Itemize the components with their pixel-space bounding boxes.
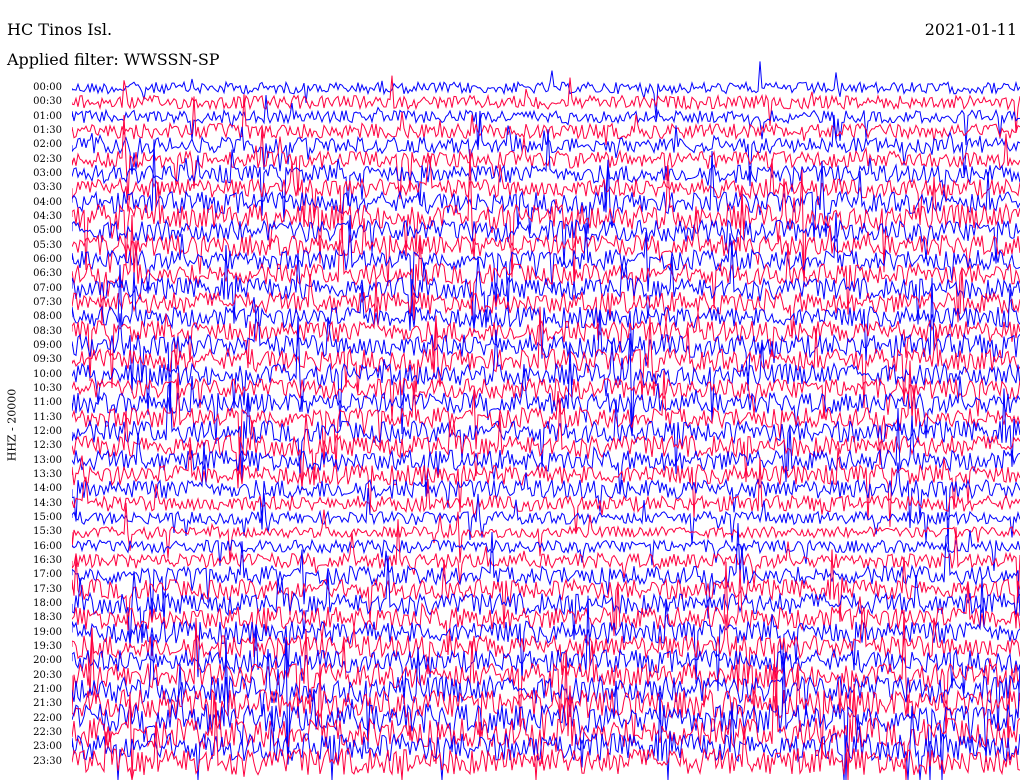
time-label: 04:30 <box>33 210 62 222</box>
time-label: 23:00 <box>33 741 62 753</box>
time-label: 01:00 <box>33 110 62 122</box>
time-label: 02:30 <box>33 153 62 165</box>
time-label: 17:00 <box>33 569 62 581</box>
time-label: 00:30 <box>33 96 62 108</box>
time-label: 22:00 <box>33 712 62 724</box>
time-label: 15:00 <box>33 511 62 523</box>
time-label: 19:00 <box>33 626 62 638</box>
trace-line <box>72 110 1020 187</box>
time-label: 11:00 <box>33 397 62 409</box>
time-label: 04:00 <box>33 196 62 208</box>
time-label: 08:00 <box>33 311 62 323</box>
time-label: 23:30 <box>33 755 62 767</box>
time-label: 05:30 <box>33 239 62 251</box>
time-label: 15:30 <box>33 526 62 538</box>
helicorder-plot <box>72 61 1020 780</box>
time-label: 14:30 <box>33 497 62 509</box>
time-label: 21:30 <box>33 698 62 710</box>
time-label: 18:30 <box>33 612 62 624</box>
time-label: 06:30 <box>33 268 62 280</box>
trace-line <box>72 595 1020 705</box>
time-label: 00:00 <box>33 82 62 93</box>
time-label: 13:30 <box>33 468 62 480</box>
time-label: 19:30 <box>33 640 62 652</box>
time-label: 05:00 <box>33 225 62 237</box>
time-label: 09:00 <box>33 339 62 351</box>
time-label: 06:00 <box>33 253 62 265</box>
time-label: 18:00 <box>33 597 62 609</box>
time-label: 21:00 <box>33 683 62 695</box>
time-label: 08:30 <box>33 325 62 337</box>
time-label: 03:30 <box>33 182 62 194</box>
time-label: 12:30 <box>33 440 62 452</box>
time-label: 11:30 <box>33 411 62 423</box>
time-label: 02:00 <box>33 139 62 151</box>
time-label: 14:00 <box>33 483 62 495</box>
time-label: 07:30 <box>33 296 62 308</box>
time-label: 13:00 <box>33 454 62 466</box>
time-label: 09:30 <box>33 354 62 366</box>
time-label: 12:00 <box>33 425 62 437</box>
trace-line <box>72 502 1020 563</box>
time-label: 16:00 <box>33 540 62 552</box>
time-label: 17:30 <box>33 583 62 595</box>
trace-line <box>72 61 1020 119</box>
time-label: 07:00 <box>33 282 62 294</box>
time-label: 01:30 <box>33 124 62 136</box>
time-label: 20:30 <box>33 669 62 681</box>
time-label: 03:00 <box>33 167 62 179</box>
time-label: 22:30 <box>33 726 62 738</box>
time-label: 10:30 <box>33 382 62 394</box>
time-label: 16:30 <box>33 554 62 566</box>
time-label: 20:00 <box>33 655 62 667</box>
time-label: 10:00 <box>33 368 62 380</box>
